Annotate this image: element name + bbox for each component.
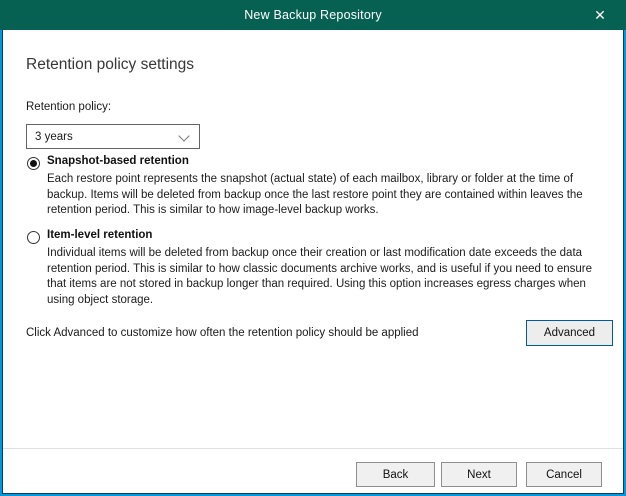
advanced-hint-text: Click Advanced to customize how often th… [26,327,419,339]
retention-policy-dropdown[interactable]: 3 years [26,124,200,149]
item-level-retention-label[interactable]: Item-level retention [47,229,152,241]
next-button[interactable]: Next [441,462,517,487]
snapshot-based-retention-description: Each restore point represents the snapsh… [47,172,605,219]
snapshot-based-retention-label[interactable]: Snapshot-based retention [47,155,189,167]
titlebar: New Backup Repository ✕ [0,0,626,30]
radio-item-level-retention[interactable] [27,231,40,244]
new-backup-repository-dialog: New Backup Repository ✕ Retention policy… [0,0,626,496]
retention-policy-label: Retention policy: [26,101,111,113]
close-icon[interactable]: ✕ [584,0,616,30]
cancel-button[interactable]: Cancel [526,462,602,487]
window-title: New Backup Repository [244,8,382,22]
back-button[interactable]: Back [356,462,435,487]
chevron-down-icon [178,130,189,141]
footer-divider [3,448,623,449]
radio-snapshot-based-retention[interactable] [27,157,40,170]
item-level-retention-description: Individual items will be deleted from ba… [47,246,605,308]
retention-policy-selected-value: 3 years [35,131,73,143]
advanced-button[interactable]: Advanced [526,320,613,346]
page-title: Retention policy settings [26,56,194,74]
